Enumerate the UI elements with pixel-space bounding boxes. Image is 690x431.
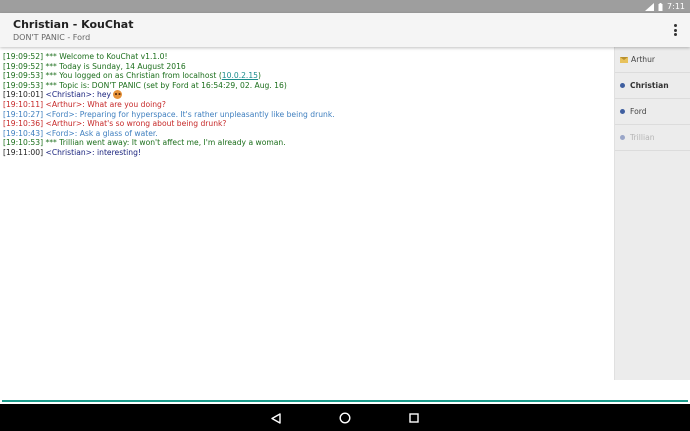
timestamp: [19:10:43] xyxy=(3,128,44,138)
chat-line: [19:09:52] *** Welcome to KouChat v1.1.0… xyxy=(3,52,614,62)
user-item-ford[interactable]: Ford xyxy=(615,99,690,125)
user-name: Ford xyxy=(630,107,647,116)
dot-icon xyxy=(620,83,625,88)
user-name: Christian xyxy=(630,81,669,90)
message-text: *** Trillian went away: It won't affect … xyxy=(45,138,286,148)
message-text: interesting! xyxy=(97,147,141,157)
recents-square-icon[interactable] xyxy=(406,410,422,426)
topic-subtitle: DON'T PANIC - Ford xyxy=(13,33,91,42)
message-text: *** You logged on as Christian from loca… xyxy=(45,71,222,81)
status-bar: 7:11 xyxy=(0,0,690,13)
user-name: Trillian xyxy=(630,133,655,142)
chat-line: [19:11:00] <Christian>: interesting! xyxy=(3,148,614,158)
nick: <Christian>: xyxy=(45,147,95,157)
message-text: *** Today is Sunday, 14 August 2016 xyxy=(45,61,186,71)
message-text: *** Topic is: DON'T PANIC (set by Ford a… xyxy=(45,80,287,90)
chat-line: [19:10:01] <Christian>: hey xyxy=(3,90,614,100)
message-text: Ask a glass of water. xyxy=(79,128,158,138)
timestamp: [19:09:52] xyxy=(3,52,44,61)
chat-line: [19:10:53] *** Trillian went away: It wo… xyxy=(3,138,614,148)
app-title: Christian - KouChat xyxy=(13,18,134,31)
nick: <Christian>: xyxy=(45,90,95,100)
signal-icon xyxy=(645,2,655,11)
timestamp: [19:10:11] xyxy=(3,99,44,109)
chat-line: [19:09:52] *** Today is Sunday, 14 Augus… xyxy=(3,62,614,72)
user-item-arthur[interactable]: Arthur xyxy=(615,47,690,73)
chat-line: [19:10:36] <Arthur>: What's so wrong abo… xyxy=(3,119,614,129)
timestamp: [19:10:01] xyxy=(3,90,44,100)
timestamp: [19:09:53] xyxy=(3,71,44,81)
nav-bar xyxy=(0,404,690,431)
message-text: What are you doing? xyxy=(87,99,166,109)
message-input[interactable] xyxy=(2,382,690,402)
chat-line: [19:10:11] <Arthur>: What are you doing? xyxy=(3,100,614,110)
chat-line: [19:09:53] *** You logged on as Christia… xyxy=(3,71,261,81)
back-triangle-icon[interactable] xyxy=(268,410,284,426)
user-item-christian[interactable]: Christian xyxy=(615,73,690,99)
more-vert-icon[interactable] xyxy=(670,22,680,38)
timestamp: [19:10:27] xyxy=(3,109,44,119)
message-text: What's so wrong about being drunk? xyxy=(87,119,227,129)
chat-log[interactable]: [19:09:52] *** Welcome to KouChat v1.1.0… xyxy=(0,49,614,379)
message-text: Preparing for hyperspace. It's rather un… xyxy=(79,109,335,119)
app-bar: Christian - KouChat DON'T PANIC - Ford xyxy=(0,13,690,47)
nick: <Arthur>: xyxy=(45,119,85,129)
dot-icon xyxy=(620,135,625,140)
timestamp: [19:09:52] xyxy=(3,61,44,71)
nick: <Arthur>: xyxy=(45,99,85,109)
chat-line: [19:10:43] <Ford>: Ask a glass of water. xyxy=(3,129,614,139)
dot-icon xyxy=(620,109,625,114)
chat-line: [19:09:53] *** Topic is: DON'T PANIC (se… xyxy=(3,81,614,91)
home-circle-icon[interactable] xyxy=(337,410,353,426)
envelope-icon xyxy=(620,56,628,63)
status-time: 7:11 xyxy=(667,2,685,11)
message-input-bar xyxy=(0,380,690,404)
ip-link[interactable]: 10.0.2.15 xyxy=(222,71,258,80)
message-text: *** Welcome to KouChat v1.1.0! xyxy=(45,52,168,61)
timestamp: [19:10:36] xyxy=(3,119,44,129)
status-icons: 7:11 xyxy=(645,0,685,13)
chat-line: [19:10:27] <Ford>: Preparing for hypersp… xyxy=(3,110,614,120)
timestamp: [19:11:00] xyxy=(3,147,44,157)
message-text: hey xyxy=(97,90,111,100)
user-name: Arthur xyxy=(631,55,656,64)
timestamp: [19:10:53] xyxy=(3,138,44,148)
smiley-icon xyxy=(113,90,123,100)
nick: <Ford>: xyxy=(45,128,78,138)
battery-icon xyxy=(658,2,663,11)
timestamp: [19:09:53] xyxy=(3,80,44,90)
nick: <Ford>: xyxy=(45,109,78,119)
user-item-trillian[interactable]: Trillian xyxy=(615,125,690,151)
user-list: Arthur Christian Ford Trillian xyxy=(614,47,690,380)
input-underline xyxy=(2,400,688,402)
